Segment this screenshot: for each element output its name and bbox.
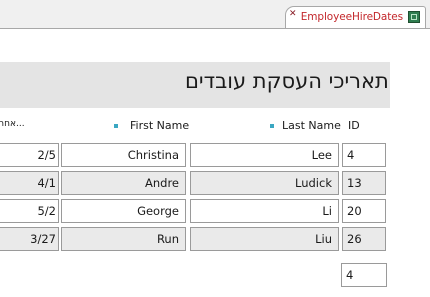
first-name-field[interactable]: Run (61, 227, 186, 251)
column-header-id: ID (348, 119, 360, 132)
hire-date-field[interactable]: 4/1 (0, 171, 59, 195)
document-tab-label: EmployeeHireDates (300, 11, 403, 23)
last-name-field[interactable]: Liu (190, 227, 339, 251)
first-name-field[interactable]: George (61, 199, 186, 223)
last-name-field[interactable]: Lee (190, 143, 339, 167)
id-field[interactable]: 20 (342, 199, 386, 223)
document-tab-employeehiredates[interactable]: ✕ EmployeeHireDates (285, 6, 426, 29)
selection-marker-last-name (270, 124, 274, 128)
selection-marker-first-name (114, 124, 118, 128)
report-icon (408, 11, 420, 23)
first-name-field[interactable]: Andre (61, 171, 186, 195)
hire-date-field[interactable]: 2/5 (0, 143, 59, 167)
id-field[interactable]: 4 (342, 143, 386, 167)
hire-date-field[interactable]: 5/2 (0, 199, 59, 223)
first-name-field[interactable]: Christina (61, 143, 186, 167)
last-name-field[interactable]: Ludick (190, 171, 339, 195)
hire-date-field[interactable]: 3/27 (0, 227, 59, 251)
id-field[interactable]: 13 (342, 171, 386, 195)
column-header-last-name: Last Name (282, 119, 341, 132)
last-name-field[interactable]: Li (190, 199, 339, 223)
document-tab-bar: ✕ EmployeeHireDates (0, 0, 430, 29)
column-header-hire-date: אחרי... (0, 119, 25, 129)
tab-divider (0, 28, 430, 29)
form-title: תאריכי העסקת עובדים (185, 69, 389, 93)
column-header-first-name: First Name (130, 119, 190, 132)
record-count-field[interactable]: 4 (341, 263, 387, 287)
id-field[interactable]: 26 (342, 227, 386, 251)
close-icon[interactable]: ✕ (289, 9, 297, 19)
